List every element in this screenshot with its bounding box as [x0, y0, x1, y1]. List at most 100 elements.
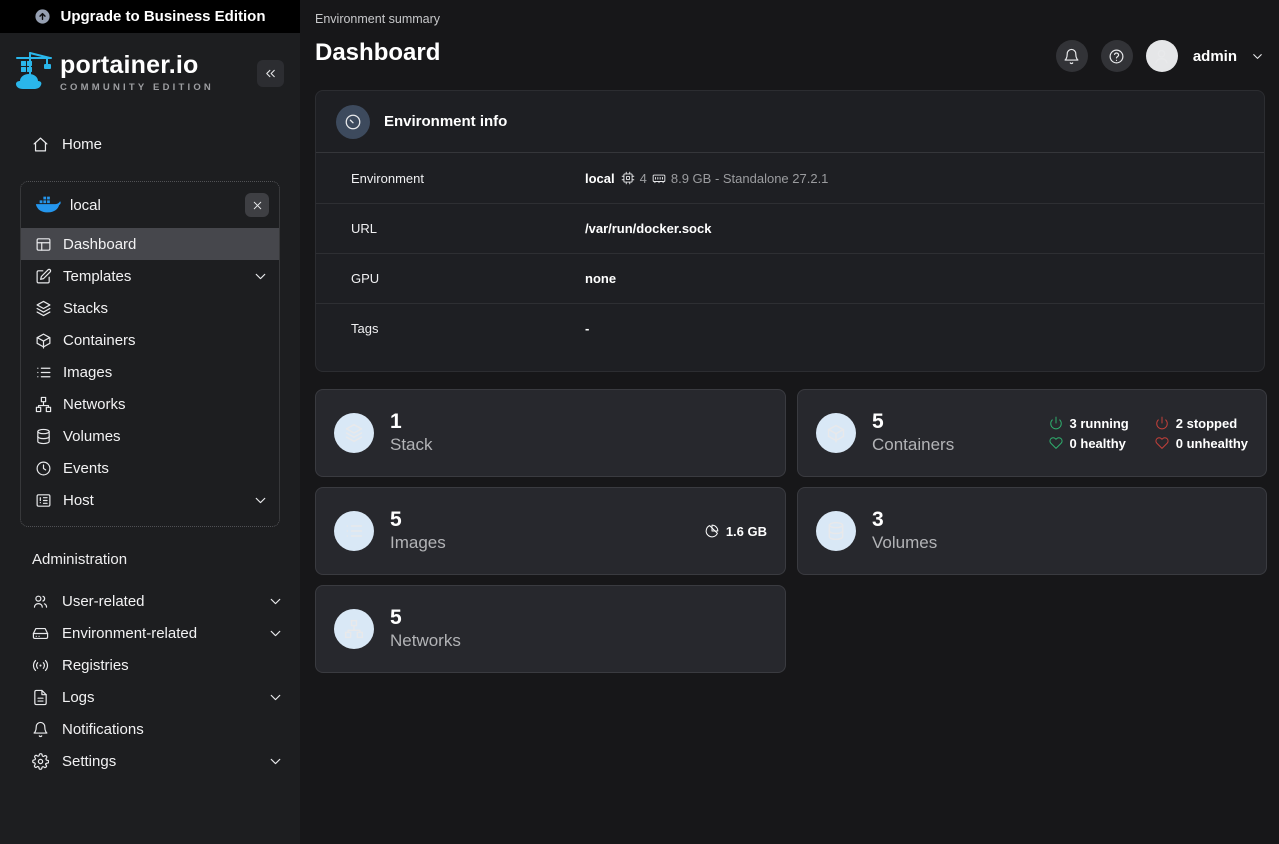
- sidebar-item-label: Templates: [63, 268, 131, 285]
- running-stat: 3 running: [1049, 416, 1129, 431]
- sidebar-item-label: Notifications: [62, 721, 144, 738]
- box-icon: [35, 332, 52, 349]
- administration-list: User-related Environment-related Registr…: [0, 585, 300, 777]
- environment-value-name: local: [585, 171, 615, 186]
- administration-heading: Administration: [0, 551, 300, 573]
- url-value: /var/run/docker.sock: [585, 221, 711, 236]
- user-menu-label[interactable]: admin: [1193, 48, 1237, 65]
- help-circle-icon: [1108, 48, 1125, 65]
- database-icon: [35, 428, 52, 445]
- sidebar-item-networks[interactable]: Networks: [21, 388, 279, 420]
- sidebar-item-stacks[interactable]: Stacks: [21, 292, 279, 324]
- dashboard-icon: [35, 236, 52, 253]
- sidebar-item-user-related[interactable]: User-related: [0, 585, 300, 617]
- row-label: Environment: [351, 171, 585, 186]
- sidebar-item-label: Images: [63, 364, 112, 381]
- portainer-app: Upgrade to Business Edition portainer.io…: [0, 0, 1279, 844]
- heart-icon: [1049, 436, 1063, 450]
- sidebar-item-templates[interactable]: Templates: [21, 260, 279, 292]
- host-icon: [35, 492, 52, 509]
- images-label: Images: [390, 532, 446, 553]
- sidebar-item-dashboard[interactable]: Dashboard: [21, 228, 279, 260]
- hard-drive-icon: [32, 625, 49, 642]
- gauge-icon: [336, 105, 370, 139]
- user-menu-chevron[interactable]: [1250, 49, 1265, 64]
- sidebar-item-label: Dashboard: [63, 236, 136, 253]
- environment-info-rows: Environment local 4 8.9 GB - Standalone …: [316, 153, 1264, 371]
- networks-label: Networks: [390, 630, 461, 651]
- sidebar-item-images[interactable]: Images: [21, 356, 279, 388]
- cpu-icon: [621, 171, 635, 185]
- environment-name: local: [70, 197, 245, 214]
- sidebar-item-label: Events: [63, 460, 109, 477]
- sidebar-item-host[interactable]: Host: [21, 484, 279, 516]
- images-card[interactable]: 5 Images 1.6 GB: [315, 487, 786, 575]
- sidebar-item-containers[interactable]: Containers: [21, 324, 279, 356]
- header-actions: admin: [1056, 40, 1265, 72]
- environment-close-button[interactable]: [245, 193, 269, 217]
- tags-row: Tags -: [316, 303, 1264, 353]
- chevron-down-icon: [252, 492, 269, 509]
- containers-count: 5: [872, 410, 954, 434]
- images-size: 1.6 GB: [705, 524, 767, 539]
- heart-icon: [1155, 436, 1169, 450]
- tags-value: -: [585, 321, 589, 336]
- environment-memory-info: 8.9 GB - Standalone 27.2.1: [671, 171, 829, 186]
- sidebar-item-home[interactable]: Home: [0, 127, 300, 161]
- sidebar-item-label: Networks: [63, 396, 126, 413]
- row-label: URL: [351, 221, 585, 236]
- sidebar-collapse-button[interactable]: [257, 60, 284, 87]
- notifications-button[interactable]: [1056, 40, 1088, 72]
- sidebar-item-label: Settings: [62, 753, 116, 770]
- stacks-label: Stack: [390, 434, 433, 455]
- docker-whale-icon: [35, 195, 61, 215]
- row-label: GPU: [351, 271, 585, 286]
- dashboard-cards: 1 Stack 5 Containers 3 running: [315, 389, 1267, 673]
- box-icon: [816, 413, 856, 453]
- file-text-icon: [32, 689, 49, 706]
- list-icon: [334, 511, 374, 551]
- upgrade-banner[interactable]: Upgrade to Business Edition: [0, 0, 300, 33]
- container-stats: 3 running 2 stopped 0 healthy 0 unhealth…: [1049, 416, 1248, 451]
- sidebar-item-registries[interactable]: Registries: [0, 649, 300, 681]
- networks-card[interactable]: 5 Networks: [315, 585, 786, 673]
- row-label: Tags: [351, 321, 585, 336]
- volumes-card[interactable]: 3 Volumes: [797, 487, 1267, 575]
- sidebar-item-label: User-related: [62, 593, 145, 610]
- sidebar-item-volumes[interactable]: Volumes: [21, 420, 279, 452]
- radio-icon: [32, 657, 49, 674]
- url-row: URL /var/run/docker.sock: [316, 203, 1264, 253]
- help-button[interactable]: [1101, 40, 1133, 72]
- sidebar-item-label: Host: [63, 492, 94, 509]
- sidebar-item-label: Logs: [62, 689, 95, 706]
- home-icon: [32, 136, 49, 153]
- images-count: 5: [390, 508, 446, 532]
- sidebar-item-settings[interactable]: Settings: [0, 745, 300, 777]
- stacks-card[interactable]: 1 Stack: [315, 389, 786, 477]
- user-avatar[interactable]: [1146, 40, 1178, 72]
- environment-cpu-count: 4: [640, 171, 647, 186]
- sidebar-item-events[interactable]: Events: [21, 452, 279, 484]
- gear-icon: [32, 753, 49, 770]
- logo-title: portainer.io: [60, 53, 257, 78]
- logo-subtitle: COMMUNITY EDITION: [60, 82, 257, 93]
- database-icon: [816, 511, 856, 551]
- healthy-stat: 0 healthy: [1049, 436, 1129, 451]
- sidebar-item-notifications[interactable]: Notifications: [0, 713, 300, 745]
- environment-info-panel: Environment info Environment local 4 8.9…: [315, 90, 1265, 372]
- sidebar-item-logs[interactable]: Logs: [0, 681, 300, 713]
- environment-header[interactable]: local: [21, 182, 279, 228]
- portainer-logo[interactable]: [14, 50, 54, 96]
- containers-card[interactable]: 5 Containers 3 running 2 stopped 0 healt…: [797, 389, 1267, 477]
- power-icon: [1049, 416, 1063, 430]
- upgrade-banner-label: Upgrade to Business Edition: [60, 8, 265, 25]
- list-icon: [35, 364, 52, 381]
- close-icon: [251, 199, 264, 212]
- sidebar-item-environment-related[interactable]: Environment-related: [0, 617, 300, 649]
- chevron-down-icon: [267, 689, 284, 706]
- chevron-down-icon: [267, 753, 284, 770]
- environment-info-title: Environment info: [384, 113, 507, 130]
- gpu-row: GPU none: [316, 253, 1264, 303]
- sidebar: Upgrade to Business Edition portainer.io…: [0, 0, 300, 844]
- logo-text: portainer.io COMMUNITY EDITION: [60, 53, 257, 93]
